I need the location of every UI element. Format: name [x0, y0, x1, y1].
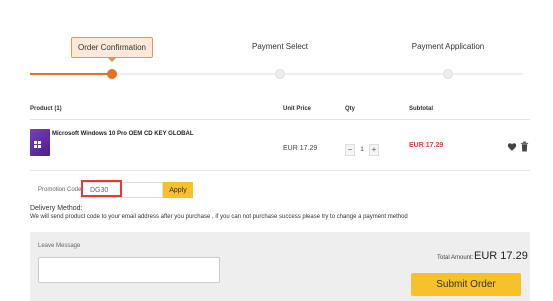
- product-thumbnail[interactable]: [30, 129, 50, 156]
- apply-button[interactable]: Apply: [163, 182, 193, 198]
- progress-fill: [30, 73, 112, 75]
- header-unit-price: Unit Price: [283, 106, 312, 112]
- heart-icon[interactable]: [507, 142, 517, 152]
- step-dot-1: [107, 69, 117, 79]
- quantity-stepper: − 1 +: [345, 142, 379, 157]
- quantity-decrease-button[interactable]: −: [345, 143, 355, 156]
- checkout-progress: Order Confirmation Payment Select Paymen…: [0, 0, 553, 90]
- step-payment-application: Payment Application: [411, 42, 485, 51]
- total-amount-label: Total Amount:: [437, 255, 474, 261]
- step-dot-2: [275, 69, 285, 79]
- header-qty: Qty: [345, 106, 356, 112]
- row-divider: [30, 170, 530, 171]
- step-order-confirmation: Order Confirmation: [70, 37, 154, 62]
- total-amount-value: EUR 17.29: [474, 250, 528, 262]
- quantity-value[interactable]: 1: [355, 147, 369, 153]
- promo-code-label: Promotion Code: [38, 187, 82, 193]
- windows-logo-icon: [34, 141, 41, 148]
- submit-order-button[interactable]: Submit Order: [411, 273, 521, 296]
- header-subtotal: Subtotal: [409, 106, 433, 112]
- leave-message-label: Leave Message: [38, 243, 81, 249]
- product-name[interactable]: Microsoft Windows 10 Pro OEM CD KEY GLOB…: [52, 131, 194, 137]
- leave-message-input[interactable]: [38, 257, 220, 283]
- table-divider: [30, 119, 530, 120]
- delivery-method-title: Delivery Method:: [30, 205, 83, 212]
- delivery-method-text: We will send product code to your email …: [30, 214, 408, 220]
- quantity-increase-button[interactable]: +: [369, 143, 379, 156]
- promo-code-input[interactable]: [81, 182, 163, 198]
- step-payment-select: Payment Select: [251, 42, 309, 51]
- trash-icon[interactable]: [520, 141, 529, 152]
- header-product: Product (1): [30, 106, 62, 112]
- subtotal-value: EUR 17.29: [409, 142, 444, 149]
- unit-price: EUR 17.29: [283, 145, 318, 152]
- step-dot-3: [443, 69, 453, 79]
